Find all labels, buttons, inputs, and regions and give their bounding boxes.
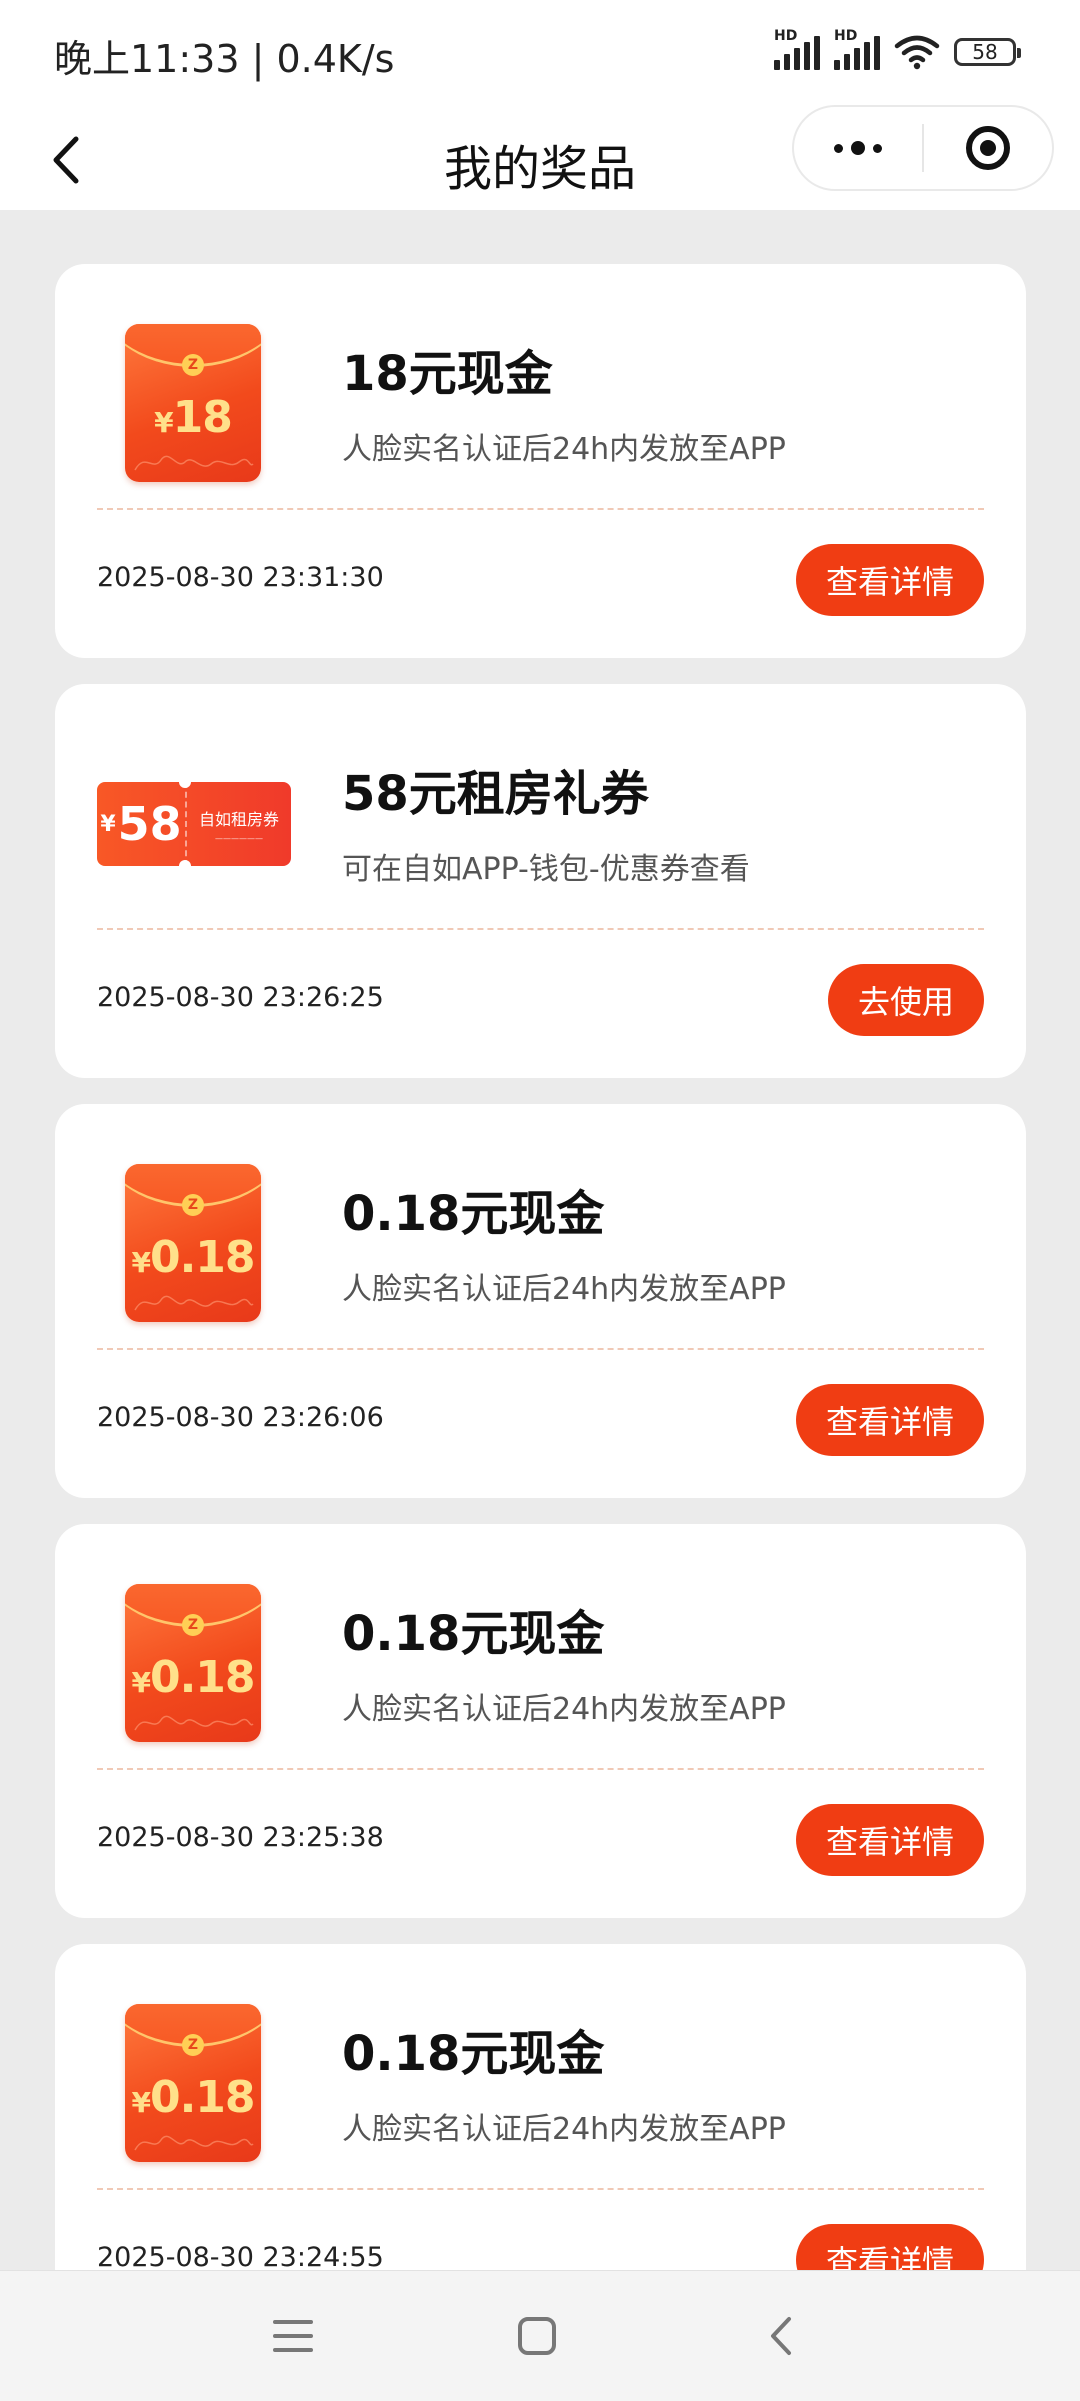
envelope-coin: Z	[182, 1614, 204, 1636]
prize-list[interactable]: Z ¥18 18元现金 人脸实名认证后24h内发放至APP 2025-08-30…	[55, 264, 1026, 2270]
signal-hd-label: HD	[774, 28, 798, 44]
prize-name: 58元租房礼券	[342, 766, 649, 822]
dashed-divider	[97, 928, 984, 930]
dashed-divider	[97, 1768, 984, 1770]
use-button[interactable]: 去使用	[827, 964, 984, 1036]
red-envelope-image: Z ¥0.18	[125, 1164, 261, 1322]
envelope-currency: ¥	[131, 1246, 151, 1279]
prize-description: 可在自如APP-钱包-优惠券查看	[342, 852, 750, 887]
view-details-button[interactable]: 查看详情	[795, 1384, 984, 1456]
prize-description: 人脸实名认证后24h内发放至APP	[342, 1692, 786, 1727]
wifi-icon	[894, 34, 940, 70]
prize-time: 2025-08-30 23:31:30	[97, 562, 384, 593]
envelope-coin: Z	[182, 2034, 204, 2056]
signal-icon: HD	[774, 28, 820, 70]
envelope-currency: ¥	[131, 2086, 151, 2119]
red-envelope-image: Z ¥18	[125, 324, 261, 482]
prize-description: 人脸实名认证后24h内发放至APP	[342, 432, 786, 467]
system-back-button[interactable]	[746, 2301, 816, 2371]
close-mini-program-button[interactable]	[924, 107, 1052, 189]
nav-bar: 我的奖品	[0, 105, 1080, 210]
prize-card: ¥58 自如租房券 —————— 58元租房礼券 可在自如APP-钱包-优惠券查…	[55, 684, 1026, 1078]
coupon-title: 自如租房券	[198, 809, 279, 829]
red-envelope-image: Z ¥0.18	[125, 2004, 261, 2162]
coupon-image: ¥58 自如租房券 ——————	[97, 782, 291, 866]
prize-card: Z ¥18 18元现金 人脸实名认证后24h内发放至APP 2025-08-30…	[55, 264, 1026, 658]
mini-program-capsule	[792, 105, 1054, 191]
status-icons: HD HD 58	[774, 28, 1021, 74]
view-details-button[interactable]: 查看详情	[795, 1804, 984, 1876]
signal-icon-2: HD	[834, 28, 880, 70]
prize-name: 0.18元现金	[342, 1606, 605, 1662]
red-envelope-image: Z ¥0.18	[125, 1584, 261, 1742]
prize-name: 0.18元现金	[342, 2026, 605, 2082]
dashed-divider	[97, 1348, 984, 1350]
signal-hd-label-2: HD	[834, 28, 858, 44]
prize-description: 人脸实名认证后24h内发放至APP	[342, 1272, 786, 1307]
home-button[interactable]	[502, 2301, 572, 2371]
coupon-amount: 58	[117, 797, 182, 851]
prize-name: 0.18元现金	[342, 1186, 605, 1242]
prize-description: 人脸实名认证后24h内发放至APP	[342, 2112, 786, 2147]
more-dots-icon	[834, 141, 882, 155]
prize-time: 2025-08-30 23:26:06	[97, 1402, 384, 1433]
prize-time: 2025-08-30 23:25:38	[97, 1822, 384, 1853]
status-time-speed: 晚上11:33 | 0.4K/s	[54, 37, 395, 81]
menu-icon	[273, 2320, 313, 2352]
view-details-button[interactable]: 查看详情	[795, 544, 984, 616]
dashed-divider	[97, 508, 984, 510]
prize-name: 18元现金	[342, 346, 553, 402]
envelope-amount: 18	[172, 392, 233, 443]
prize-card: Z ¥0.18 0.18元现金 人脸实名认证后24h内发放至APP 2025-0…	[55, 1104, 1026, 1498]
dashed-divider	[97, 2188, 984, 2190]
envelope-amount: 0.18	[149, 2072, 256, 2123]
battery-icon: 58	[954, 38, 1021, 66]
prize-time: 2025-08-30 23:26:25	[97, 982, 384, 1013]
envelope-amount: 0.18	[149, 1232, 256, 1283]
status-bar: 晚上11:33 | 0.4K/s HD HD 58	[0, 0, 1080, 105]
menu-button[interactable]	[258, 2301, 328, 2371]
more-button[interactable]	[794, 107, 922, 189]
prize-time: 2025-08-30 23:24:55	[97, 2242, 384, 2270]
view-details-button[interactable]: 查看详情	[795, 2224, 984, 2270]
system-nav-bar	[0, 2270, 1080, 2401]
back-triangle-icon	[771, 2317, 791, 2355]
home-square-icon	[518, 2317, 556, 2355]
prize-card: Z ¥0.18 0.18元现金 人脸实名认证后24h内发放至APP 2025-0…	[55, 1944, 1026, 2270]
envelope-amount: 0.18	[149, 1652, 256, 1703]
coupon-currency: ¥	[100, 811, 116, 837]
target-icon	[965, 126, 1010, 170]
envelope-coin: Z	[182, 1194, 204, 1216]
envelope-currency: ¥	[131, 1666, 151, 1699]
envelope-coin: Z	[182, 354, 204, 376]
envelope-currency: ¥	[154, 406, 174, 439]
prize-card: Z ¥0.18 0.18元现金 人脸实名认证后24h内发放至APP 2025-0…	[55, 1524, 1026, 1918]
